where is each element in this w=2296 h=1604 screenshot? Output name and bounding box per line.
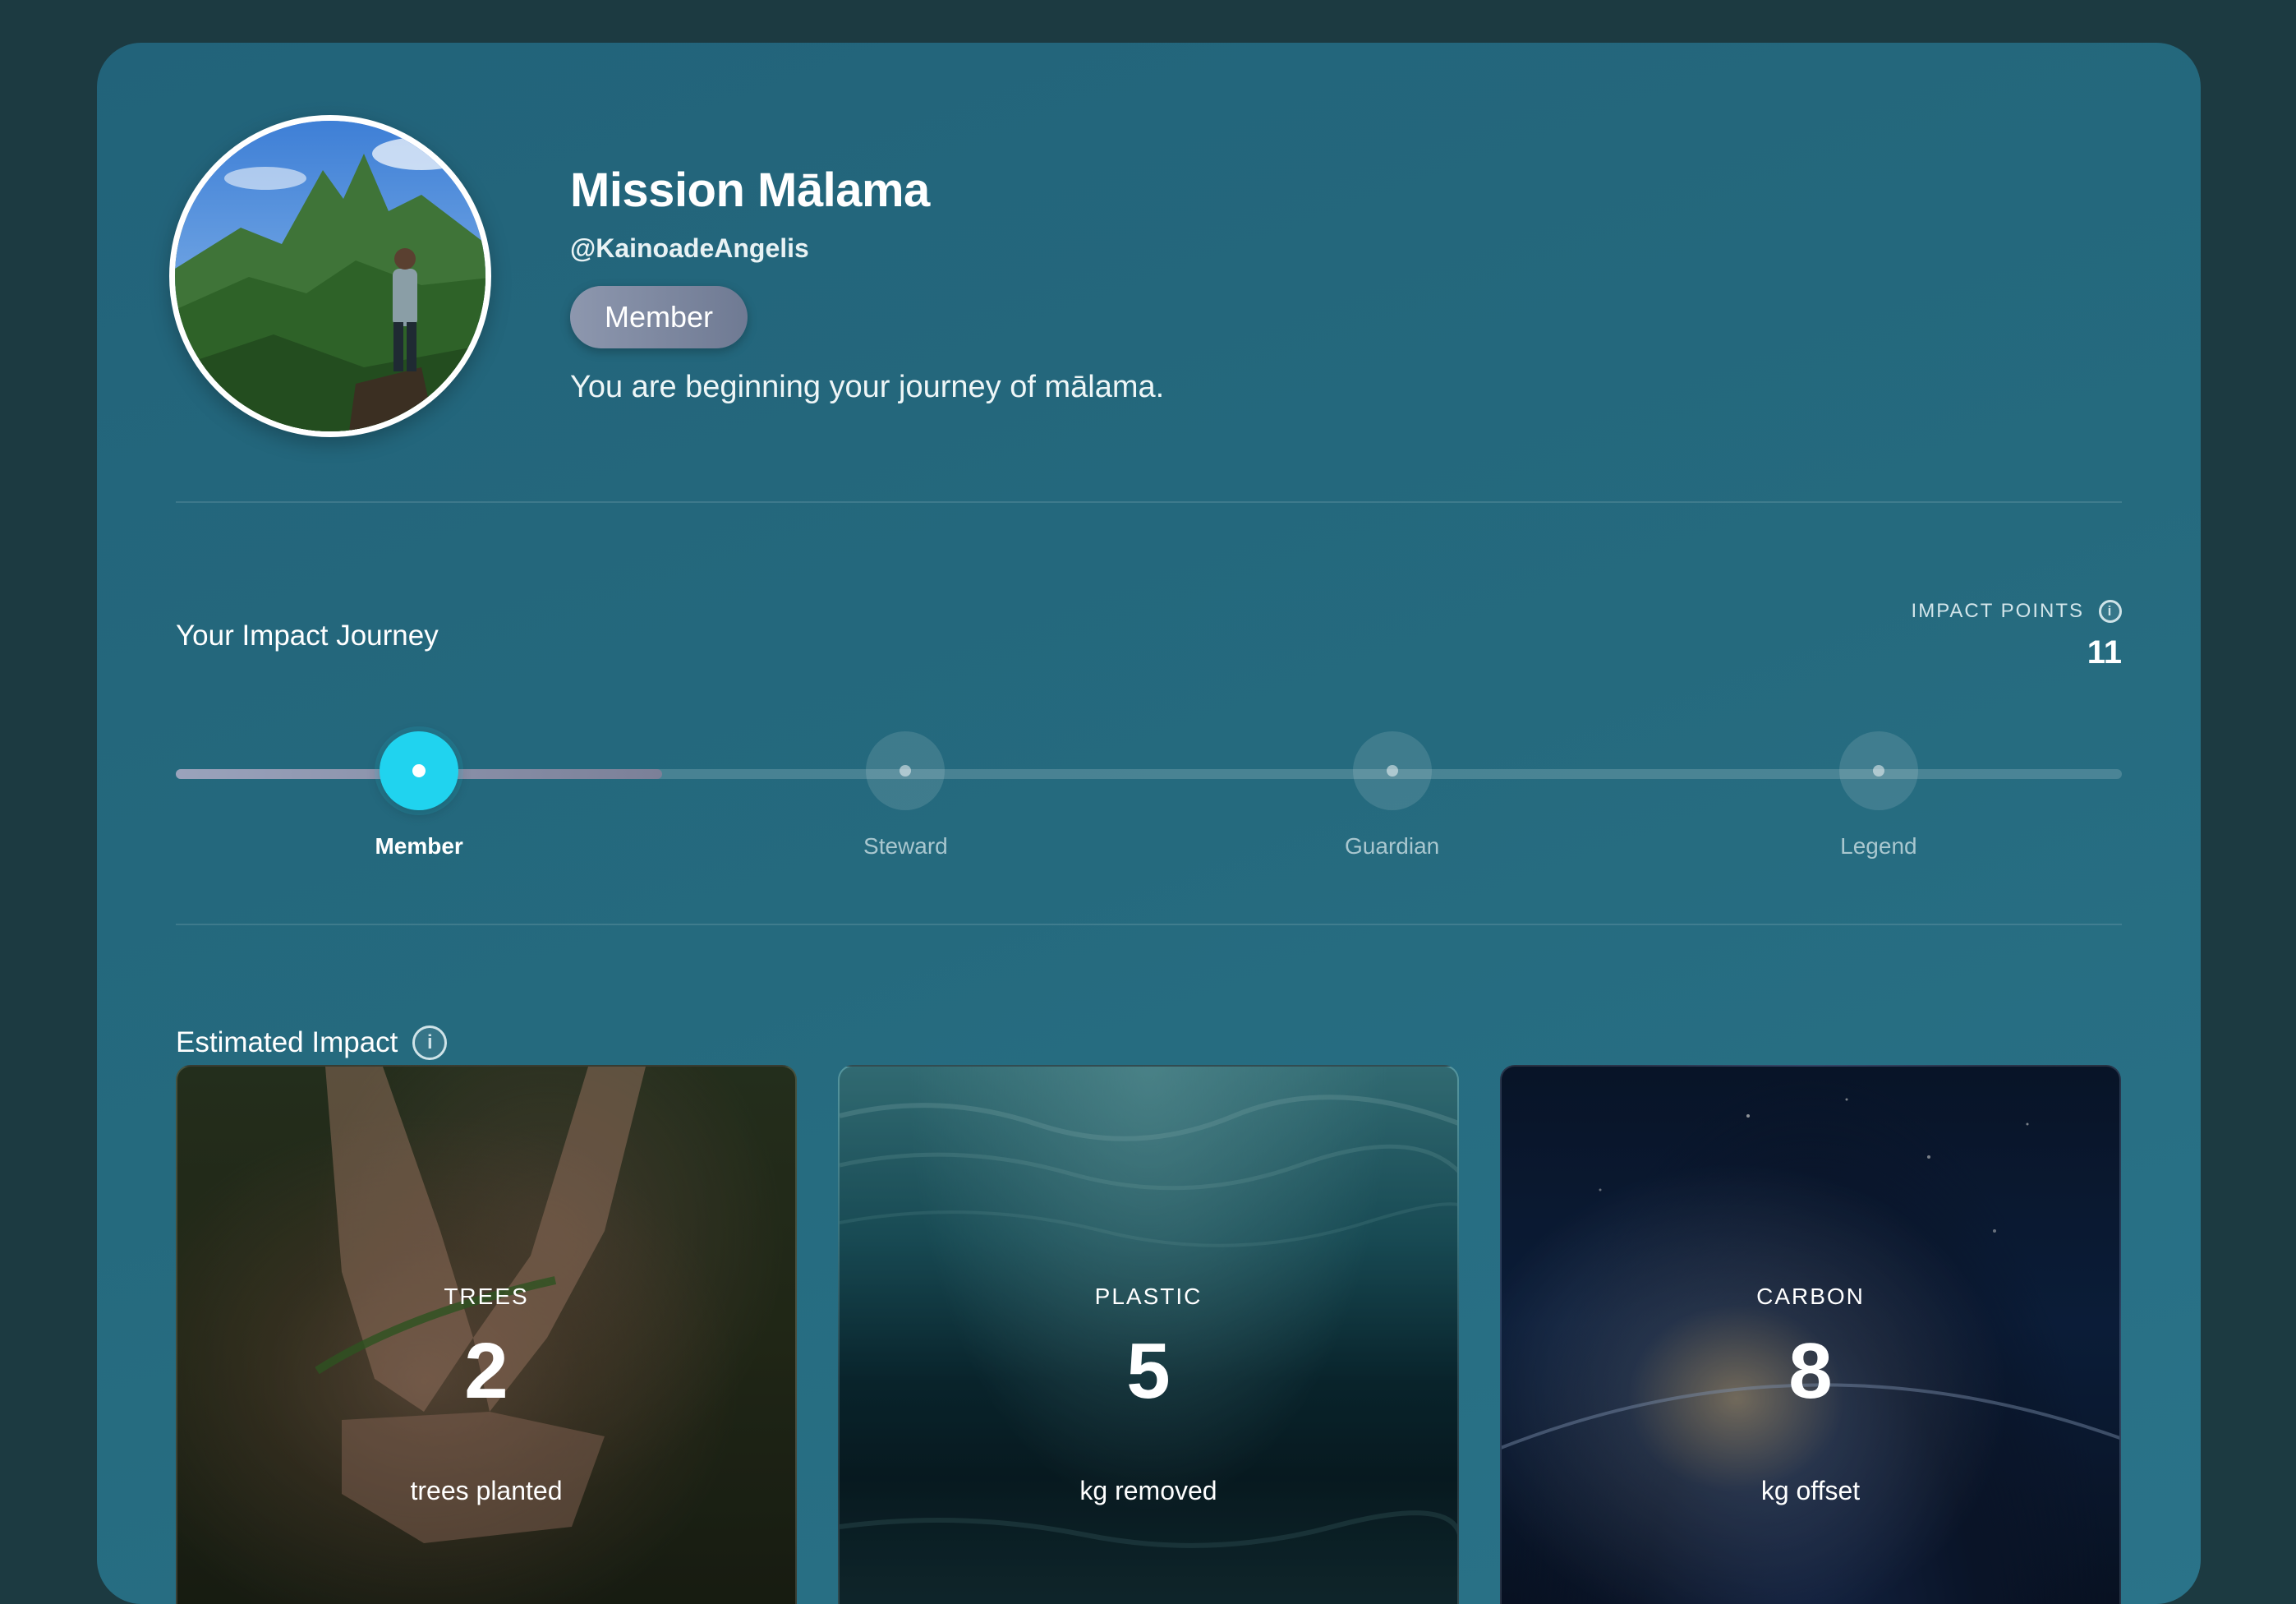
card-unit: kg offset (1760, 1476, 1861, 1505)
card-unit: trees planted (410, 1476, 563, 1505)
card-value: 8 (1788, 1327, 1833, 1415)
profile-panel: Mission Mālama @KainoadeAngelis Member Y… (97, 43, 2201, 1604)
milestone-dot (900, 765, 912, 777)
milestone-legend[interactable] (1838, 731, 1918, 810)
milestone-label: Steward (863, 833, 948, 859)
milestone-label: Member (375, 833, 463, 859)
card-unit: kg removed (1079, 1476, 1217, 1505)
card-label: CARBON (1756, 1284, 1865, 1309)
divider (176, 924, 2122, 925)
profile-handle: @KainoadeAngelis (570, 233, 809, 263)
impact-card-trees: TREES 2 trees planted (176, 1065, 797, 1604)
avatar (169, 115, 491, 437)
info-icon[interactable]: i (412, 1026, 448, 1060)
tier-badge: Member (570, 286, 748, 348)
milestone-guardian[interactable] (1352, 731, 1432, 810)
impact-points-label: IMPACT POINTS i (1912, 600, 2122, 623)
milestone-label: Legend (1840, 833, 1917, 859)
info-icon[interactable]: i (2099, 600, 2122, 623)
profile-name: Mission Mālama (570, 164, 930, 217)
divider (176, 501, 2122, 503)
milestone-dot (1386, 765, 1398, 777)
card-value: 2 (464, 1327, 508, 1415)
impact-points-label-text: IMPACT POINTS (1911, 600, 2084, 622)
milestone-dot (1872, 765, 1884, 777)
impact-card-carbon: CARBON 8 kg offset (1500, 1065, 2121, 1604)
estimated-impact-title: Estimated Impact (176, 1026, 398, 1058)
avatar-photo (175, 121, 485, 431)
card-value: 5 (1126, 1327, 1171, 1415)
impact-points-value: 11 (2087, 634, 2122, 671)
estimated-impact-heading: Estimated Impact i (176, 1026, 448, 1060)
milestone-member[interactable] (380, 731, 459, 810)
card-label: PLASTIC (1094, 1284, 1203, 1309)
journey-title: Your Impact Journey (176, 620, 439, 652)
impact-card-plastic: PLASTIC 5 kg removed (838, 1065, 1459, 1604)
tier-message: You are beginning your journey of mālama… (570, 370, 1165, 404)
milestone-dot (412, 764, 426, 777)
card-label: TREES (444, 1284, 529, 1309)
milestone-label: Guardian (1345, 833, 1440, 859)
journey-progress-track (176, 769, 2122, 779)
milestone-steward[interactable] (866, 731, 946, 810)
